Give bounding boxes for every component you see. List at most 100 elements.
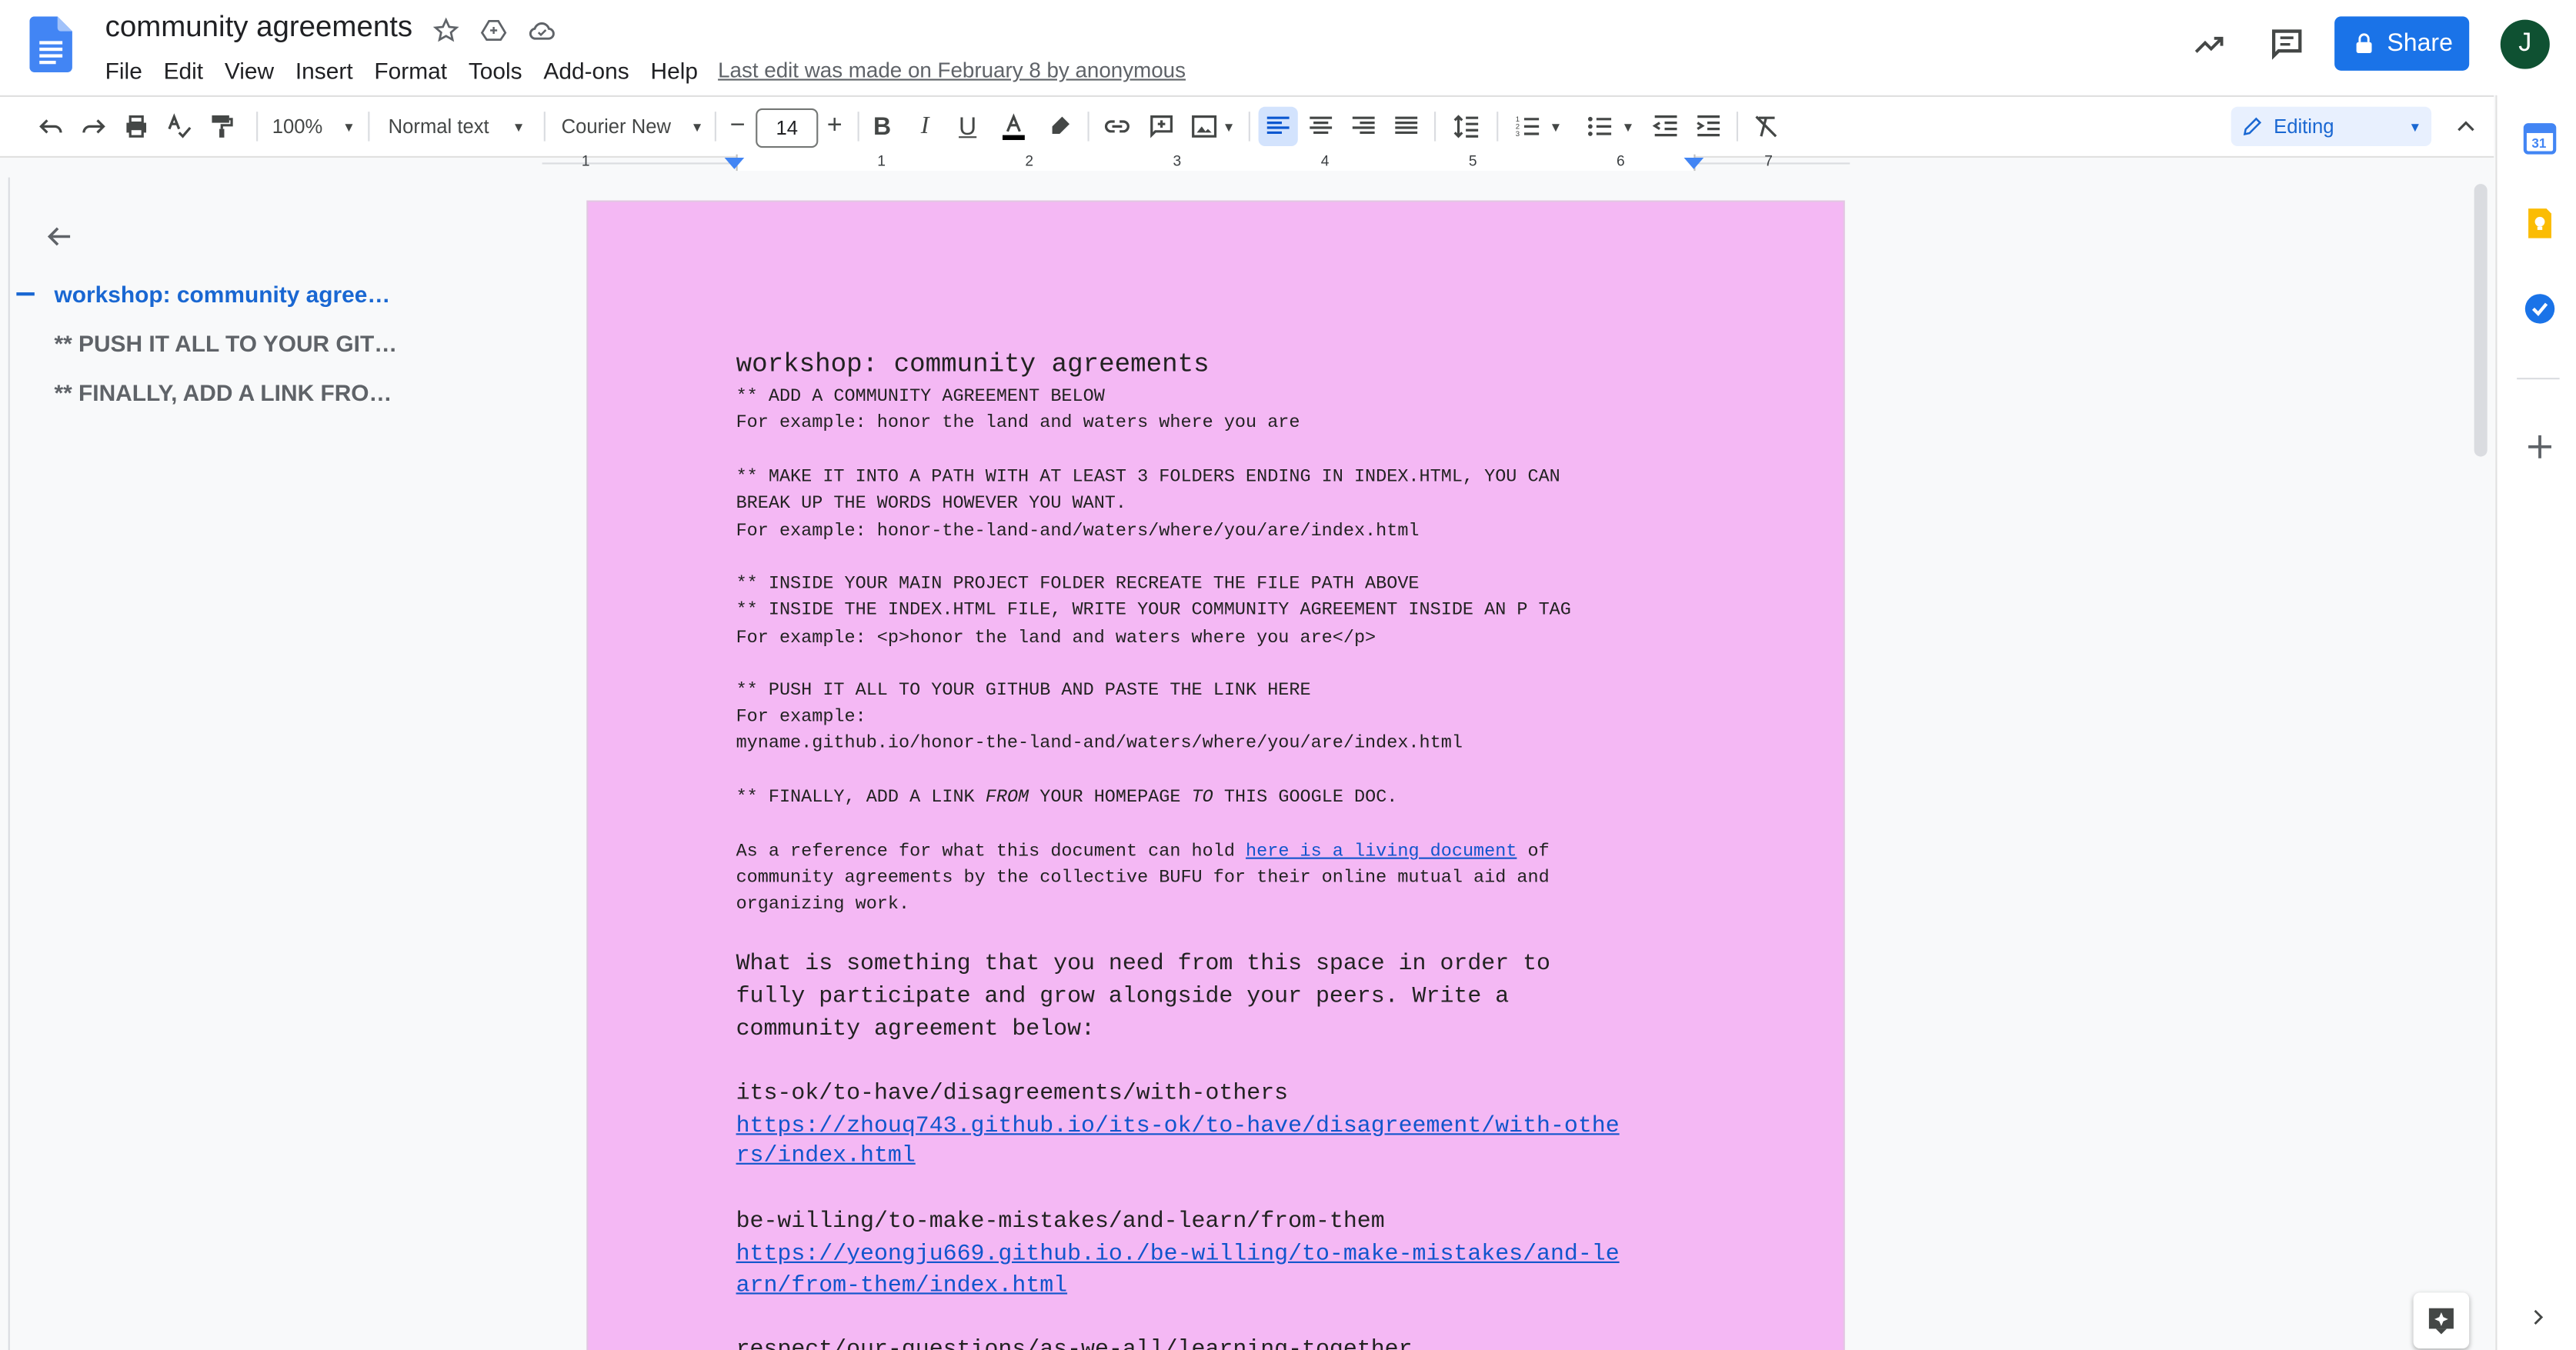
insert-image-icon[interactable]: ▼ [1186, 97, 1239, 156]
toolbar-separator [543, 112, 546, 142]
keep-icon[interactable] [2524, 207, 2557, 240]
toolbar-separator [714, 112, 716, 142]
ruler-label: 3 [1173, 152, 1182, 169]
italic-icon[interactable]: I [909, 97, 942, 156]
app-header: community agreements File Edit View Inse… [0, 0, 2576, 95]
svg-text:3: 3 [1516, 130, 1520, 138]
cloud-status-icon[interactable] [526, 15, 557, 46]
undo-icon[interactable] [33, 97, 69, 156]
menu-addons[interactable]: Add-ons [543, 56, 629, 85]
menu-tools[interactable]: Tools [469, 56, 522, 85]
highlight-color-icon[interactable] [1042, 97, 1078, 156]
doc-line: What is something that you need from thi… [736, 951, 1550, 978]
doc-line: be-willing/to-make-mistakes/and-learn/fr… [736, 1208, 1385, 1235]
explore-button[interactable] [2413, 1292, 2470, 1348]
line-spacing-icon[interactable] [1447, 97, 1487, 156]
doc-line: fully participate and grow alongside you… [736, 983, 1510, 1011]
menu-bar: File Edit View Insert Format Tools Add-o… [105, 56, 719, 85]
doc-line: community agreement below: [736, 1016, 1095, 1043]
add-comment-icon[interactable] [1143, 97, 1180, 156]
last-edit-link[interactable]: Last edit was made on February 8 by anon… [718, 58, 1186, 82]
left-indent-handle[interactable] [724, 157, 745, 169]
text-run: TO [1191, 788, 1213, 808]
share-button[interactable]: Share [2334, 16, 2470, 71]
align-center-icon[interactable] [1303, 97, 1339, 156]
comments-icon[interactable] [2267, 25, 2307, 64]
formatting-toolbar: 100% ▼ Normal text ▼ Courier New ▼ − 14 + B… [0, 95, 2494, 158]
bold-icon[interactable]: B [866, 97, 899, 156]
menu-file[interactable]: File [105, 56, 142, 85]
toolbar-separator [1248, 112, 1250, 142]
vertical-ruler [0, 177, 20, 1350]
paint-format-icon[interactable] [204, 97, 240, 156]
document-page[interactable]: workshop: community agreements ** ADD A … [588, 202, 1844, 1350]
avatar[interactable]: J [2500, 19, 2550, 69]
add-addon-icon[interactable] [2524, 430, 2557, 463]
doc-line: its-ok/to-have/disagreements/with-others [736, 1080, 1289, 1108]
paragraph-style-select[interactable]: Normal text ▼ [383, 97, 531, 156]
font-size-input[interactable]: 14 [756, 108, 819, 148]
doc-heading: workshop: community agreements [736, 349, 1210, 380]
chevron-down-icon: ▼ [690, 118, 704, 135]
chevron-down-icon: ▼ [2408, 118, 2422, 135]
menu-view[interactable]: View [225, 56, 274, 85]
decrease-font-size-icon[interactable]: − [722, 97, 752, 156]
doc-line: For example: [736, 708, 866, 728]
text-color-icon[interactable] [996, 97, 1032, 156]
star-icon[interactable] [430, 15, 462, 46]
doc-line: community agreements by the collective B… [736, 868, 1550, 889]
chevron-down-icon: ▼ [342, 118, 355, 135]
chevron-right-icon[interactable] [2525, 1304, 2551, 1330]
back-arrow-icon[interactable] [43, 220, 76, 253]
living-document-link[interactable]: here is a living document [1246, 842, 1517, 862]
doc-line: ** INSIDE THE INDEX.HTML FILE, WRITE YOU… [736, 601, 1571, 622]
font-family-select[interactable]: Courier New ▼ [559, 97, 706, 156]
move-to-drive-icon[interactable] [478, 15, 509, 46]
toolbar-separator [1434, 112, 1436, 142]
align-right-icon[interactable] [1346, 97, 1382, 156]
tasks-icon[interactable] [2524, 292, 2557, 325]
agreement-link[interactable]: https://yeongju669.github.io./be-willing… [736, 1240, 1620, 1272]
redo-icon[interactable] [75, 97, 112, 156]
hide-menus-icon[interactable] [2448, 97, 2484, 156]
doc-line: For example: honor-the-land-and/waters/w… [736, 522, 1420, 542]
increase-font-size-icon[interactable]: + [819, 97, 849, 156]
agreement-link[interactable]: arn/from-them/index.html [736, 1272, 1068, 1304]
activity-dashboard-icon[interactable] [2191, 26, 2227, 62]
menu-format[interactable]: Format [374, 56, 447, 85]
doc-line: As a reference for what this document ca… [736, 839, 1550, 866]
ruler-label: 4 [1320, 152, 1330, 169]
print-icon[interactable] [118, 97, 155, 156]
menu-insert[interactable]: Insert [295, 56, 353, 85]
menu-help[interactable]: Help [651, 56, 698, 85]
vertical-scrollbar[interactable] [2474, 184, 2488, 457]
decrease-indent-icon[interactable] [1648, 97, 1684, 156]
document-title[interactable]: community agreements [105, 10, 412, 45]
doc-line: ** INSIDE YOUR MAIN PROJECT FOLDER RECRE… [736, 575, 1420, 595]
editing-mode-select[interactable]: Editing ▼ [2231, 106, 2432, 147]
font-family-value: Courier New [561, 115, 671, 138]
docs-logo-icon[interactable] [29, 16, 72, 72]
right-indent-handle[interactable] [1683, 157, 1704, 169]
outline-item[interactable]: ** FINALLY, ADD A LINK FRO… [54, 379, 392, 405]
agreement-link[interactable]: https://zhouq743.github.io/its-ok/to-hav… [736, 1112, 1620, 1145]
zoom-select[interactable]: 100% ▼ [269, 97, 358, 156]
justify-icon[interactable] [1388, 97, 1424, 156]
panel-divider [2517, 378, 2560, 380]
numbered-list-icon[interactable]: 1 2 3 ▼ [1508, 97, 1567, 156]
calendar-icon[interactable]: 31 [2523, 122, 2557, 155]
increase-indent-icon[interactable] [1690, 97, 1727, 156]
toolbar-separator [857, 112, 859, 142]
text-run: FROM [985, 788, 1029, 808]
menu-edit[interactable]: Edit [164, 56, 204, 85]
align-left-icon[interactable] [1258, 106, 1298, 147]
text-run: THIS GOOGLE DOC. [1213, 788, 1398, 808]
bulleted-list-icon[interactable]: ▼ [1579, 97, 1641, 156]
clear-formatting-icon[interactable] [1748, 97, 1784, 156]
outline-item[interactable]: workshop: community agree… [54, 281, 390, 307]
outline-item[interactable]: ** PUSH IT ALL TO YOUR GIT… [54, 330, 397, 356]
agreement-link[interactable]: rs/index.html [736, 1142, 916, 1174]
underline-icon[interactable]: U [951, 97, 984, 156]
insert-link-icon[interactable] [1099, 97, 1135, 156]
spellcheck-icon[interactable] [161, 97, 197, 156]
